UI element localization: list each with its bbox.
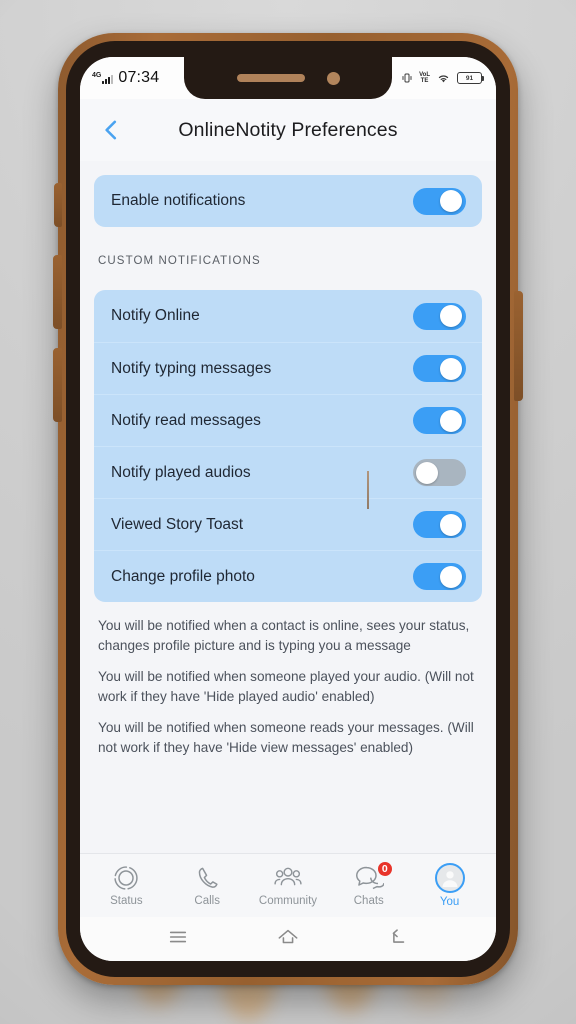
signal-bars-icon: [102, 75, 114, 84]
phone-notch: [184, 57, 392, 99]
toggle-notify-read-messages[interactable]: [413, 407, 466, 434]
row-label: Notify typing messages: [111, 359, 272, 377]
side-button-silent[interactable]: [54, 183, 62, 227]
row-notify-typing-messages[interactable]: Notify typing messages: [94, 342, 482, 394]
enable-notifications-card: Enable notifications: [94, 175, 482, 227]
battery-icon: 91: [457, 72, 484, 84]
status-bar-right: VoL TE 91: [401, 72, 484, 84]
toggle-notify-played-audios[interactable]: [413, 459, 466, 486]
nav-item-label: Status: [110, 895, 143, 907]
row-notify-played-audios[interactable]: Notify played audios: [94, 446, 482, 498]
wifi-icon: [438, 75, 449, 83]
row-change-profile-photo[interactable]: Change profile photo: [94, 550, 482, 602]
network-type-label: 4G: [92, 72, 102, 79]
row-label: Enable notifications: [111, 192, 246, 209]
bottom-navigation: Status Calls Community 0 Chats You: [80, 853, 496, 917]
nav-item-chats[interactable]: 0 Chats: [331, 860, 407, 907]
nav-item-label: Community: [258, 895, 318, 907]
toggle-notify-online[interactable]: [413, 302, 466, 330]
row-label: Viewed Story Toast: [111, 515, 244, 533]
toggle-viewed-story-toast[interactable]: [413, 511, 466, 538]
back-arrow-icon: [392, 928, 404, 943]
row-label: Notify played audios: [111, 463, 251, 481]
recents-button[interactable]: [167, 926, 189, 953]
description-text: You will be notified when someone played…: [98, 669, 474, 704]
vibrate-icon: [402, 73, 412, 83]
avatar-icon: [442, 871, 458, 888]
nav-item-label: Calls: [194, 895, 220, 907]
row-notify-online[interactable]: Notify Online: [94, 290, 482, 342]
earpiece-speaker: [236, 74, 305, 82]
nav-item-label: You: [439, 896, 460, 908]
status-bar-clock: 07:34: [118, 69, 160, 86]
page-title: OnlineNotity Preferences: [178, 118, 398, 141]
phone-device: 4G 07:34 VoL TE 91 OnlineNotity Preferen…: [53, 33, 523, 985]
toggle-notify-typing-messages[interactable]: [413, 355, 466, 382]
nav-item-you[interactable]: You: [412, 863, 488, 908]
menu-icon: [170, 931, 187, 942]
row-label: Notify read messages: [111, 411, 261, 429]
row-label: Notify Online: [111, 307, 200, 324]
descriptions: You will be notified when a contact is o…: [80, 602, 496, 757]
home-button[interactable]: [276, 926, 300, 953]
section-header-custom-notifications: CUSTOM NOTIFICATIONS: [98, 255, 261, 267]
nav-item-calls[interactable]: Calls: [169, 864, 245, 907]
avatar: [434, 863, 465, 893]
status-bar-left: 4G 07:34: [92, 69, 159, 87]
description-text: You will be notified when someone reads …: [98, 720, 474, 755]
back-button[interactable]: [387, 926, 409, 953]
signal-indicator: 4G: [92, 72, 114, 84]
description-text: You will be notified when a contact is o…: [98, 618, 470, 653]
phone-icon: [198, 867, 218, 888]
app-bar: OnlineNotity Preferences: [80, 99, 496, 161]
nav-item-community[interactable]: Community: [250, 864, 326, 907]
front-camera-icon: [326, 71, 340, 85]
nav-item-label: Chats: [353, 895, 384, 907]
row-viewed-story-toast[interactable]: Viewed Story Toast: [94, 498, 482, 550]
battery-percent-label: 91: [465, 74, 474, 82]
row-notify-read-messages[interactable]: Notify read messages: [94, 394, 482, 446]
side-button-volume-up[interactable]: [53, 255, 62, 329]
chats-unread-badge: 0: [375, 860, 394, 878]
toggle-change-profile-photo[interactable]: [413, 563, 466, 590]
people-group-icon: [274, 867, 302, 886]
home-icon: [278, 929, 298, 943]
side-button-power[interactable]: [514, 291, 523, 401]
toggle-enable-notifications[interactable]: [413, 187, 466, 215]
preferences-content: Enable notifications CUSTOM NOTIFICATION…: [80, 161, 496, 853]
custom-notifications-card: Notify Online Notify typing messages Not…: [94, 290, 482, 602]
android-navigation-bar: [80, 917, 496, 961]
chevron-left-icon[interactable]: [98, 117, 124, 143]
text-caret-artifact: [367, 471, 369, 509]
row-enable-notifications[interactable]: Enable notifications: [94, 175, 482, 227]
status-ring-icon: [114, 866, 139, 890]
volte-indicator: VoL TE: [419, 72, 430, 84]
row-label: Change profile photo: [111, 567, 255, 585]
phone-screen: 4G 07:34 VoL TE 91 OnlineNotity Preferen…: [80, 57, 496, 961]
nav-item-status[interactable]: Status: [88, 864, 164, 907]
side-button-volume-down[interactable]: [53, 348, 62, 422]
